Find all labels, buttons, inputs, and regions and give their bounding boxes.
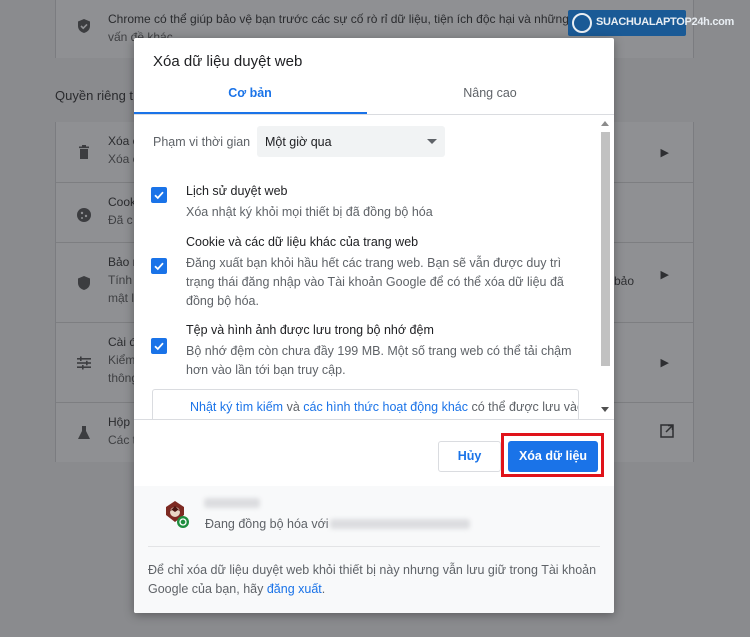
checkbox-browsing-history[interactable] [151,187,167,203]
row-title: Cài đ [108,335,137,349]
row-desc: Tính [108,273,133,287]
scrollbar-thumb[interactable] [601,132,610,366]
account-divider [148,546,600,547]
cookie-icon [76,207,92,223]
option-description: Bộ nhớ đệm còn chưa đầy 199 MB. Một số t… [186,344,572,377]
row-desc: Kiểm [108,353,136,367]
chevron-right-icon: ▶ [660,147,669,159]
watermark-logo: SUACHUALAPTOP24h.com [568,10,734,36]
sync-status: Đang đồng bộ hóa với [205,517,329,531]
highlight-box [501,433,604,477]
option-description: Đăng xuất bạn khỏi hầu hết các trang web… [186,256,564,308]
dropdown-arrow-icon [427,139,437,144]
sign-out-link[interactable]: đăng xuất [267,582,322,596]
shield-icon [76,275,92,291]
search-icon [572,13,592,33]
sign-out-note: Để chỉ xóa dữ liệu duyệt web khỏi thiết … [148,561,598,599]
scrollbar[interactable] [598,118,613,418]
note-end: . [321,582,326,596]
footer-divider [134,419,614,420]
option-title: Tệp và hình ảnh được lưu trong bộ nhớ đệ… [186,323,434,337]
tab-divider [134,114,614,115]
search-history-info: Nhật ký tìm kiếm và các hình thức hoạt đ… [152,389,579,419]
dialog-title: Xóa dữ liệu duyệt web [153,53,303,70]
checkbox-cookies[interactable] [151,258,167,274]
other-activity-link[interactable]: các hình thức hoạt động khác [303,400,468,414]
scroll-down-arrow-icon[interactable] [601,407,609,412]
time-range-select[interactable]: Một giờ qua [257,126,445,157]
account-section: Đang đồng bộ hóa với Để chỉ xóa dữ liệu … [134,486,614,613]
row-desc-2: mật l [108,291,135,305]
shield-check-icon [76,18,92,34]
search-history-link[interactable]: Nhật ký tìm kiếm [190,400,283,414]
flask-icon [76,425,92,441]
option-title: Lịch sử duyệt web [186,184,288,198]
time-range-label: Phạm vi thời gian [153,135,251,149]
row-title: Cook [108,195,137,209]
avatar [166,501,189,528]
clear-browsing-data-dialog: Xóa dữ liệu duyệt web Cơ bản Nâng cao Ph… [134,38,614,613]
account-name-redacted [204,498,260,508]
row-desc: Các t [108,433,137,447]
section-title: Quyền riêng t [55,88,134,103]
trash-icon [76,144,92,160]
note-text: Để chỉ xóa dữ liệu duyệt web khỏi thiết … [148,563,597,596]
info-text: có thể được lưu vào [471,400,579,414]
open-external-icon [659,423,675,442]
tune-icon [76,355,92,371]
option-description: Xóa nhật ký khỏi mọi thiết bị đã đồng bộ… [186,205,433,219]
tab-advanced[interactable]: Nâng cao [374,86,606,114]
time-range-value: Một giờ qua [265,135,332,149]
row-desc: Đã c [108,213,133,227]
scroll-up-arrow-icon[interactable] [601,121,609,126]
info-text: và [286,400,300,414]
checkmark-icon [154,262,164,271]
cancel-button[interactable]: Hủy [438,441,501,472]
option-title: Cookie và các dữ liệu khác của trang web [186,235,419,249]
safety-text: Chrome có thể giúp bảo vệ bạn trước các … [108,12,569,26]
background-fragment: bảo [614,274,635,288]
checkmark-icon [154,191,164,200]
checkbox-cache[interactable] [151,338,167,354]
chevron-right-icon: ▶ [660,357,669,369]
account-email-redacted [330,519,470,529]
chevron-right-icon: ▶ [660,269,669,281]
tab-basic[interactable]: Cơ bản [134,86,366,114]
row-title: Hộp [108,415,131,429]
checkmark-icon [154,342,164,351]
